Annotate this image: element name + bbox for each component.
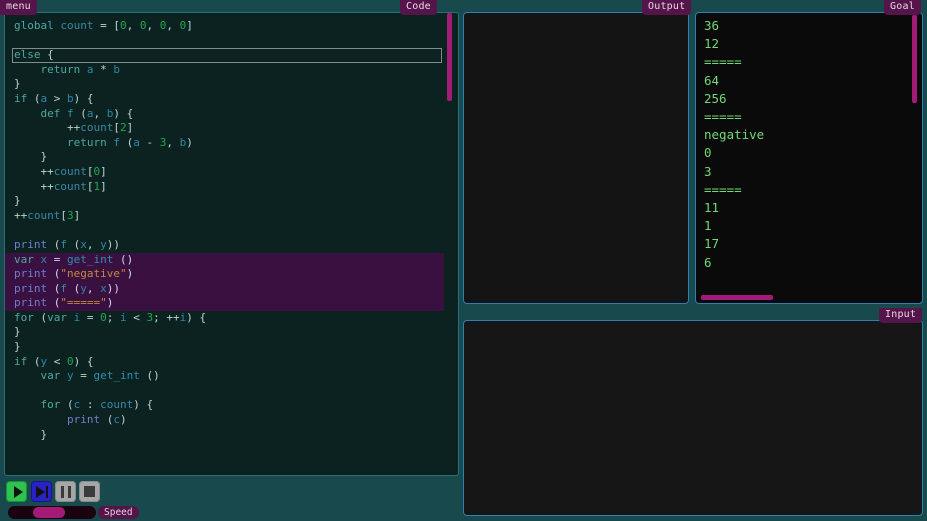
code-line[interactable]: } bbox=[5, 428, 444, 443]
code-line[interactable]: print (f (x, y)) bbox=[5, 238, 444, 253]
code-line[interactable]: return a * b bbox=[5, 63, 444, 78]
code-editor-panel[interactable]: global count = [0, 0, 0, 0] else { retur… bbox=[4, 12, 459, 476]
code-line[interactable]: ++count[0] bbox=[5, 165, 444, 180]
input-panel-title: Input bbox=[879, 308, 922, 323]
speed-label: Speed bbox=[98, 506, 139, 519]
output-panel-title: Output bbox=[642, 0, 691, 15]
code-scrollbar-thumb[interactable] bbox=[447, 13, 452, 101]
code-line[interactable]: print (f (y, x)) bbox=[5, 282, 444, 297]
code-panel-title: Code bbox=[400, 0, 437, 15]
speed-slider-track[interactable] bbox=[8, 506, 96, 519]
goal-text: 36 12 ===== 64 256 ===== negative 0 3 ==… bbox=[704, 17, 906, 289]
code-vertical-scrollbar[interactable] bbox=[447, 13, 452, 475]
pause-icon bbox=[61, 486, 71, 498]
output-panel[interactable] bbox=[463, 12, 689, 304]
play-icon bbox=[14, 486, 23, 498]
step-forward-icon bbox=[36, 486, 48, 498]
transport-controls: Speed bbox=[4, 481, 459, 519]
speed-slider-thumb[interactable] bbox=[33, 507, 65, 518]
pause-button[interactable] bbox=[55, 481, 76, 502]
input-text[interactable] bbox=[472, 325, 914, 511]
code-line[interactable]: } bbox=[5, 340, 444, 355]
code-line[interactable]: ++count[3] bbox=[5, 209, 444, 224]
output-text bbox=[472, 17, 680, 299]
play-button[interactable] bbox=[6, 481, 27, 502]
code-line[interactable]: } bbox=[5, 150, 444, 165]
code-line[interactable]: for (var i = 0; i < 3; ++i) { bbox=[5, 311, 444, 326]
code-line[interactable]: print (c) bbox=[5, 413, 444, 428]
code-line[interactable] bbox=[5, 384, 444, 399]
code-line[interactable]: else { bbox=[5, 48, 444, 63]
code-line[interactable]: def f (a, b) { bbox=[5, 107, 444, 122]
code-line[interactable] bbox=[5, 34, 444, 49]
step-button[interactable] bbox=[31, 481, 52, 502]
code-line[interactable] bbox=[5, 223, 444, 238]
code-line[interactable]: if (y < 0) { bbox=[5, 355, 444, 370]
code-line[interactable]: var x = get_int () bbox=[5, 253, 444, 268]
code-line[interactable]: ++count[2] bbox=[5, 121, 444, 136]
code-line[interactable]: print ("=====") bbox=[5, 296, 444, 311]
code-line[interactable]: for (c : count) { bbox=[5, 398, 444, 413]
code-line[interactable]: return f (a - 3, b) bbox=[5, 136, 444, 151]
goal-horizontal-scrollbar[interactable] bbox=[701, 295, 773, 300]
code-line[interactable]: } bbox=[5, 77, 444, 92]
goal-panel-title: Goal bbox=[884, 0, 921, 15]
menu-button[interactable]: menu bbox=[0, 0, 37, 15]
code-line[interactable]: print ("negative") bbox=[5, 267, 444, 282]
code-lines-container[interactable]: global count = [0, 0, 0, 0] else { retur… bbox=[5, 19, 444, 475]
code-line[interactable]: } bbox=[5, 325, 444, 340]
stop-icon bbox=[84, 486, 95, 497]
application-window: menu Code global count = [0, 0, 0, 0] el… bbox=[0, 0, 927, 521]
goal-panel[interactable]: 36 12 ===== 64 256 ===== negative 0 3 ==… bbox=[695, 12, 923, 304]
stop-button[interactable] bbox=[79, 481, 100, 502]
code-line[interactable]: ++count[1] bbox=[5, 180, 444, 195]
code-line[interactable]: if (a > b) { bbox=[5, 92, 444, 107]
code-line[interactable]: } bbox=[5, 194, 444, 209]
code-line[interactable]: global count = [0, 0, 0, 0] bbox=[5, 19, 444, 34]
code-line[interactable]: var y = get_int () bbox=[5, 369, 444, 384]
goal-vertical-scrollbar[interactable] bbox=[912, 15, 917, 103]
input-panel[interactable] bbox=[463, 320, 923, 516]
